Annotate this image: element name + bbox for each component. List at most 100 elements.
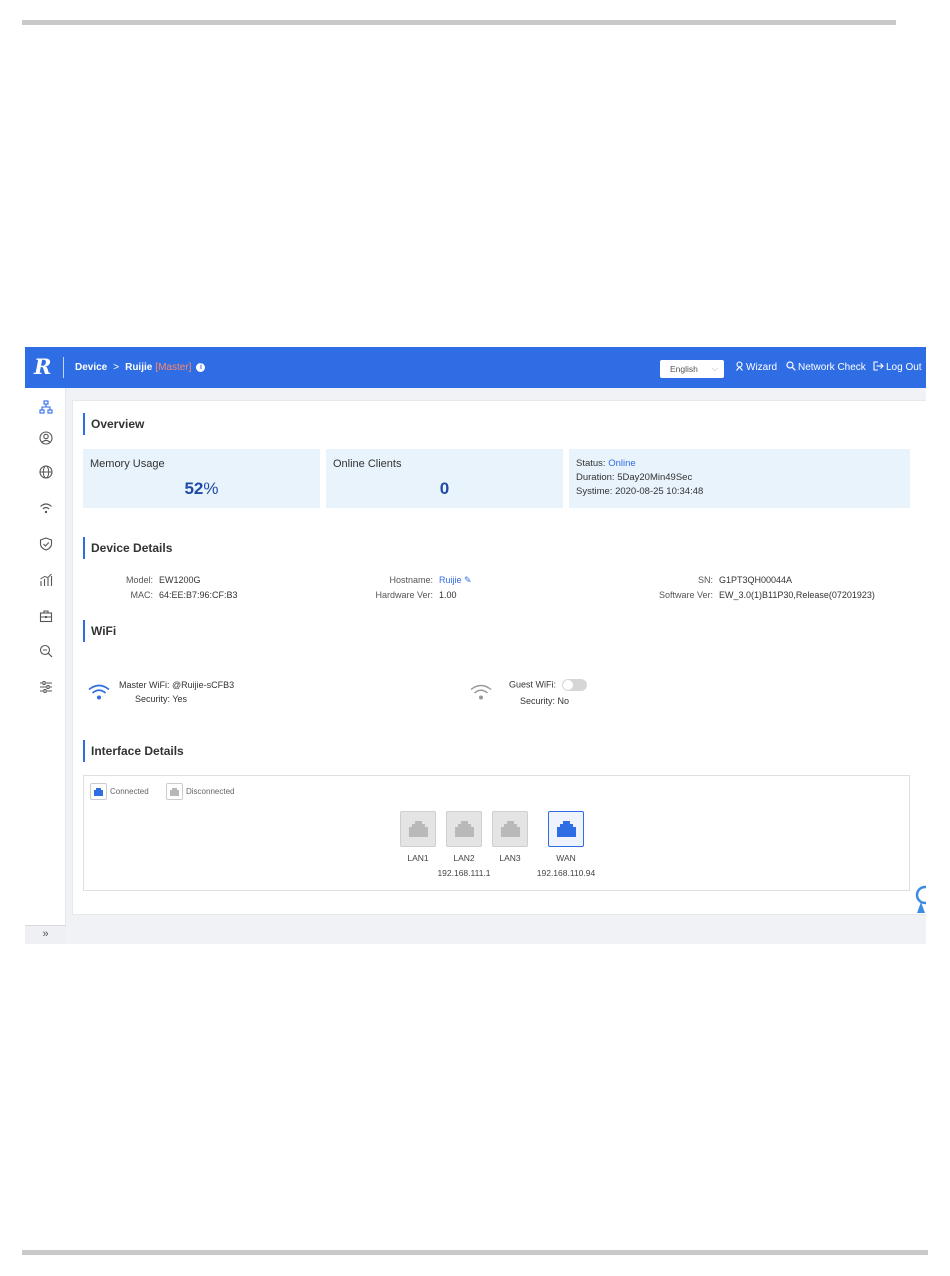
master-wifi-icon — [88, 684, 110, 700]
master-security-value: Yes — [172, 694, 188, 704]
legend-disconnected-label: Disconnected — [186, 787, 235, 796]
sidebar — [25, 388, 66, 944]
software-row: Software Ver: EW_3.0(1)B11P30,Release(072… — [613, 590, 875, 600]
port-lan1[interactable] — [400, 811, 436, 847]
status-line: Status: Online — [576, 458, 636, 469]
toolbox-icon[interactable] — [38, 609, 53, 624]
breadcrumb-device[interactable]: Device — [75, 362, 107, 373]
hostname-row: Hostname: Ruijie ✎ — [333, 575, 472, 586]
guest-security-value: No — [557, 696, 570, 706]
info-icon[interactable]: i — [196, 363, 206, 372]
port-lan3[interactable] — [492, 811, 528, 847]
top-page-rule — [22, 20, 896, 25]
chart-icon[interactable] — [38, 573, 53, 588]
status-card: Status: Online Duration: 5Day20Min49Sec … — [569, 449, 910, 508]
port-label-lan3: LAN3 — [499, 853, 521, 863]
connected-port-icon — [90, 783, 107, 800]
overview-title: Overview — [83, 413, 144, 435]
guest-security-line: Security: No — [520, 696, 569, 706]
master-wifi-ssid: @Ruijie-sCFB3 — [172, 680, 235, 690]
network-check-button[interactable]: Network Check — [786, 347, 866, 388]
logo-divider — [63, 357, 64, 378]
breadcrumb-hostname: Ruijie — [125, 362, 153, 373]
status-label: Status: — [576, 458, 606, 469]
port-wan[interactable] — [548, 811, 584, 847]
wifi-title: WiFi — [83, 620, 116, 642]
settings-sliders-icon[interactable] — [38, 680, 53, 695]
support-chat-icon[interactable] — [912, 885, 926, 915]
model-row: Model: EW1200G — [83, 575, 201, 585]
legend-disconnected: Disconnected — [166, 783, 234, 800]
mac-value: 64:EE:B7:96:CF:B3 — [159, 590, 238, 600]
memory-usage-card: Memory Usage 52% — [83, 449, 320, 508]
sn-row: SN: G1PT3QH00044A — [613, 575, 792, 585]
port-lan2[interactable] — [446, 811, 482, 847]
hostname-value[interactable]: Ruijie — [439, 575, 462, 585]
interface-panel: Connected Disconnected LAN1 LAN2 LAN3 WA… — [83, 775, 910, 891]
top-header-bar: R Device > Ruijie [Master] i English ⌵ W… — [25, 347, 926, 388]
wizard-button[interactable]: Wizard — [735, 347, 777, 388]
master-wifi-line: Master WiFi: @Ruijie-sCFB3 — [119, 680, 234, 690]
software-label: Software Ver: — [658, 590, 713, 600]
master-role-badge: [Master] — [155, 362, 192, 373]
edit-pencil-icon[interactable]: ✎ — [464, 575, 472, 585]
search-icon — [786, 361, 796, 374]
master-wifi-label: Master WiFi: — [119, 680, 170, 690]
language-selected-value: English — [670, 364, 698, 374]
legend-connected-label: Connected — [110, 787, 149, 796]
systime-value: 2020-08-25 10:34:48 — [615, 486, 704, 497]
chevron-down-icon: ⌵ — [711, 364, 718, 373]
systime-line: Systime: 2020-08-25 10:34:48 — [576, 486, 703, 497]
online-clients-label: Online Clients — [333, 458, 402, 470]
mac-row: MAC: 64:EE:B7:96:CF:B3 — [83, 590, 238, 600]
network-topology-icon[interactable] — [38, 400, 53, 415]
hardware-row: Hardware Ver: 1.00 — [333, 590, 457, 600]
main-content-panel: Overview Memory Usage 52% Online Clients… — [72, 400, 926, 915]
sidebar-expand-button[interactable]: » — [25, 925, 66, 944]
wizard-label: Wizard — [746, 362, 778, 373]
systime-label: Systime: — [576, 486, 613, 497]
wizard-icon — [735, 361, 744, 374]
bottom-page-rule — [22, 1250, 928, 1255]
lan-ip-address: 192.168.111.1 — [437, 868, 491, 878]
search-zoom-icon[interactable] — [38, 644, 53, 659]
sn-value: G1PT3QH00044A — [719, 575, 793, 585]
globe-icon[interactable] — [38, 465, 53, 480]
user-circle-icon[interactable] — [38, 431, 53, 446]
logout-icon — [873, 361, 884, 374]
breadcrumb: Device > Ruijie [Master] i — [75, 347, 206, 388]
ruijie-logo[interactable]: R — [34, 356, 58, 378]
interface-details-title: Interface Details — [83, 740, 184, 762]
network-check-label: Network Check — [798, 362, 866, 373]
port-label-wan: WAN — [556, 853, 576, 863]
legend-connected: Connected — [90, 783, 149, 800]
shield-check-icon[interactable] — [38, 537, 53, 552]
memory-usage-label: Memory Usage — [90, 458, 165, 470]
guest-security-label: Security: — [520, 696, 556, 706]
hostname-label: Hostname: — [389, 575, 433, 585]
ethernet-port-icon — [455, 821, 474, 837]
hardware-label: Hardware Ver: — [375, 590, 433, 600]
status-value: Online — [608, 458, 636, 469]
duration-label: Duration: — [576, 472, 615, 483]
logout-button[interactable]: Log Out — [873, 347, 922, 388]
hardware-value: 1.00 — [439, 590, 457, 600]
language-select[interactable]: English ⌵ — [660, 360, 724, 378]
model-value: EW1200G — [159, 575, 201, 585]
guest-wifi-icon — [470, 684, 492, 700]
chevron-right-icon: > — [113, 362, 120, 373]
software-value: EW_3.0(1)B11P30,Release(07201923) — [719, 590, 875, 600]
ethernet-port-icon — [409, 821, 428, 837]
online-clients-card: Online Clients 0 — [326, 449, 563, 508]
model-label: Model: — [125, 575, 153, 585]
ethernet-port-icon — [557, 821, 576, 837]
logout-label: Log Out — [886, 362, 922, 373]
memory-usage-value: 52% — [83, 479, 320, 499]
master-security-label: Security: — [135, 694, 171, 704]
memory-percent-number: 52 — [184, 479, 204, 498]
guest-wifi-toggle[interactable] — [561, 679, 587, 691]
wifi-icon[interactable] — [38, 501, 53, 516]
master-security-line: Security: Yes — [135, 694, 187, 704]
memory-percent-unit: % — [203, 479, 219, 498]
router-web-ui: R Device > Ruijie [Master] i English ⌵ W… — [25, 347, 926, 944]
